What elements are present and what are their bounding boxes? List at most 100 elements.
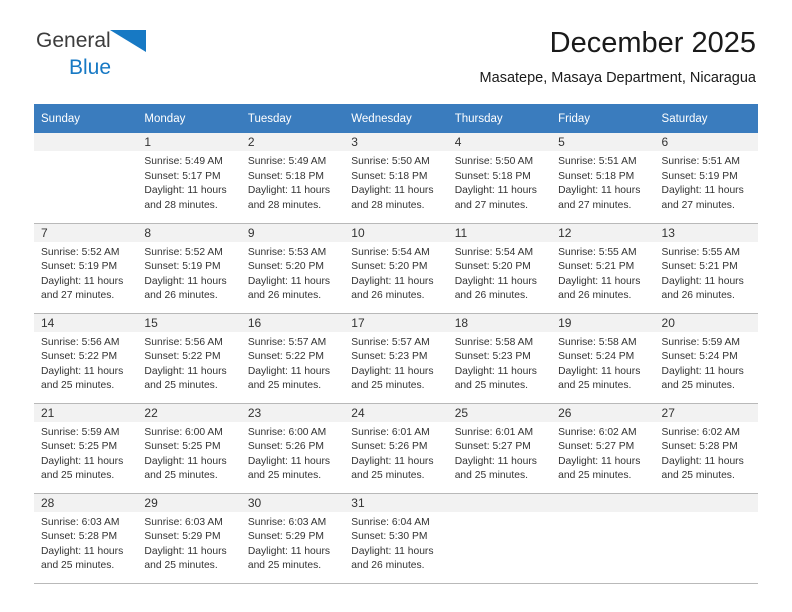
calendar-cell-day[interactable]: 25 Sunrise: 6:01 AM Sunset: 5:27 PM Dayligh…: [447, 403, 552, 494]
day-details: Sunrise: 5:54 AM Sunset: 5:20 PM Daylight:…: [344, 242, 447, 304]
calendar-cell-day[interactable]: 6 Sunrise: 5:51 AM Sunset: 5:19 PM Daylight…: [654, 133, 758, 224]
day-number: 18: [447, 313, 552, 332]
day-number: [654, 493, 758, 512]
calendar-cell-day[interactable]: 9 Sunrise: 5:53 AM Sunset: 5:20 PM Daylight…: [240, 223, 345, 314]
day-number: 30: [240, 493, 345, 512]
day-number: 11: [447, 223, 552, 242]
sunset-text: Sunset: 5:29 PM: [144, 531, 221, 543]
sunset-text: Sunset: 5:17 PM: [144, 170, 221, 182]
calendar-cell-day[interactable]: 24 Sunrise: 6:01 AM Sunset: 5:26 PM Dayligh…: [344, 403, 448, 494]
sunrise-text: Sunrise: 6:01 AM: [351, 426, 430, 438]
calendar-cell-day[interactable]: 11 Sunrise: 5:54 AM Sunset: 5:20 PM Dayligh…: [447, 223, 552, 314]
day-details: Sunrise: 5:49 AM Sunset: 5:18 PM Daylight:…: [241, 151, 344, 213]
calendar-head: Sunday Monday Tuesday Wednesday Thursday…: [34, 104, 758, 133]
sunset-text: Sunset: 5:30 PM: [351, 531, 428, 543]
calendar-cell-day[interactable]: 14 Sunrise: 5:56 AM Sunset: 5:22 PM Dayligh…: [34, 313, 138, 404]
day-number: [551, 493, 655, 512]
day-number: [447, 493, 552, 512]
sunrise-text: Sunrise: 5:55 AM: [661, 246, 740, 258]
calendar-cell-empty: [654, 493, 758, 584]
day-details: Sunrise: 6:03 AM Sunset: 5:29 PM Daylight:…: [241, 512, 344, 574]
sunset-text: Sunset: 5:20 PM: [454, 261, 531, 273]
calendar-cell-day[interactable]: 20 Sunrise: 5:59 AM Sunset: 5:24 PM Dayligh…: [654, 313, 758, 404]
day-number: 8: [137, 223, 241, 242]
sunrise-text: Sunrise: 5:56 AM: [144, 336, 223, 348]
generalblue-logo[interactable]: General Blue: [36, 30, 166, 78]
calendar-cell-day[interactable]: 15 Sunrise: 5:56 AM Sunset: 5:22 PM Dayligh…: [137, 313, 241, 404]
daylight-text: Daylight: 11 hours and 25 minutes.: [247, 455, 331, 482]
sunrise-text: Sunrise: 6:04 AM: [351, 516, 430, 528]
calendar-cell-day[interactable]: 1 Sunrise: 5:49 AM Sunset: 5:17 PM Daylight…: [137, 133, 241, 224]
calendar-cell-day[interactable]: 29 Sunrise: 6:03 AM Sunset: 5:29 PM Dayligh…: [137, 493, 241, 584]
day-number: [34, 133, 138, 151]
sunrise-text: Sunrise: 5:50 AM: [454, 156, 534, 167]
daylight-text: Daylight: 11 hours and 26 minutes.: [351, 275, 434, 302]
sunrise-text: Sunrise: 5:58 AM: [558, 336, 637, 348]
sunrise-text: Sunrise: 5:57 AM: [247, 336, 327, 348]
day-details: Sunrise: 5:55 AM Sunset: 5:21 PM Daylight:…: [551, 242, 654, 304]
day-details: Sunrise: 5:57 AM Sunset: 5:23 PM Daylight:…: [344, 332, 447, 394]
calendar-cell-day[interactable]: 31 Sunrise: 6:04 AM Sunset: 5:30 PM Dayligh…: [344, 493, 448, 584]
calendar-cell-day[interactable]: 12 Sunrise: 5:55 AM Sunset: 5:21 PM Dayligh…: [551, 223, 655, 314]
day-details: Sunrise: 5:52 AM Sunset: 5:19 PM Daylight:…: [34, 242, 137, 304]
sunrise-text: Sunrise: 6:03 AM: [41, 516, 120, 528]
sunset-text: Sunset: 5:23 PM: [454, 351, 531, 363]
sunrise-text: Sunrise: 6:02 AM: [661, 426, 740, 438]
day-details: Sunrise: 5:51 AM Sunset: 5:18 PM Daylight:…: [551, 151, 654, 213]
daylight-text: Daylight: 11 hours and 25 minutes.: [247, 365, 331, 392]
calendar-cell-day[interactable]: 3 Sunrise: 5:50 AM Sunset: 5:18 PM Daylight…: [344, 133, 448, 224]
calendar-cell-day[interactable]: 18 Sunrise: 5:58 AM Sunset: 5:23 PM Dayligh…: [447, 313, 552, 404]
calendar-cell-empty: [551, 493, 655, 584]
day-details: Sunrise: 5:53 AM Sunset: 5:20 PM Daylight:…: [241, 242, 344, 304]
calendar-cell-day[interactable]: 27 Sunrise: 6:02 AM Sunset: 5:28 PM Dayligh…: [654, 403, 758, 494]
calendar-cell-day[interactable]: 19 Sunrise: 5:58 AM Sunset: 5:24 PM Dayligh…: [551, 313, 655, 404]
sunrise-text: Sunrise: 6:00 AM: [247, 426, 327, 438]
day-details: Sunrise: 6:01 AM Sunset: 5:27 PM Daylight:…: [448, 422, 551, 484]
daylight-text: Daylight: 11 hours and 28 minutes.: [144, 185, 227, 211]
calendar-cell-day[interactable]: 22 Sunrise: 6:00 AM Sunset: 5:25 PM Dayligh…: [137, 403, 241, 494]
daylight-text: Daylight: 11 hours and 25 minutes.: [351, 365, 434, 392]
calendar-cell-day[interactable]: 21 Sunrise: 5:59 AM Sunset: 5:25 PM Dayligh…: [34, 403, 138, 494]
calendar-cell-day[interactable]: 23 Sunrise: 6:00 AM Sunset: 5:26 PM Dayligh…: [240, 403, 345, 494]
day-details: Sunrise: 6:02 AM Sunset: 5:28 PM Daylight:…: [655, 422, 758, 484]
calendar-week-row: 21 Sunrise: 5:59 AM Sunset: 5:25 PM Dayligh…: [34, 403, 758, 494]
calendar-cell-day[interactable]: 10 Sunrise: 5:54 AM Sunset: 5:20 PM Dayligh…: [344, 223, 448, 314]
day-number: 4: [447, 133, 552, 151]
calendar-cell-day[interactable]: 30 Sunrise: 6:03 AM Sunset: 5:29 PM Dayligh…: [240, 493, 345, 584]
day-details: Sunrise: 5:59 AM Sunset: 5:25 PM Daylight:…: [34, 422, 137, 484]
day-details: Sunrise: 6:00 AM Sunset: 5:26 PM Daylight:…: [241, 422, 344, 484]
sunset-text: Sunset: 5:22 PM: [41, 351, 118, 363]
calendar-container: Sunday Monday Tuesday Wednesday Thursday…: [34, 104, 758, 584]
calendar-cell-day[interactable]: 8 Sunrise: 5:52 AM Sunset: 5:19 PM Daylight…: [137, 223, 241, 314]
day-number: 3: [344, 133, 448, 151]
calendar-cell-empty: [34, 133, 138, 224]
calendar-cell-day[interactable]: 13 Sunrise: 5:55 AM Sunset: 5:21 PM Dayligh…: [654, 223, 758, 314]
calendar-cell-day[interactable]: 28 Sunrise: 6:03 AM Sunset: 5:28 PM Dayligh…: [34, 493, 138, 584]
daylight-text: Daylight: 11 hours and 25 minutes.: [558, 365, 641, 392]
calendar-cell-day[interactable]: 16 Sunrise: 5:57 AM Sunset: 5:22 PM Dayligh…: [240, 313, 345, 404]
calendar-cell-day[interactable]: 26 Sunrise: 6:02 AM Sunset: 5:27 PM Dayligh…: [551, 403, 655, 494]
day-number: 7: [34, 223, 138, 242]
logo-text-blue: Blue: [69, 56, 112, 79]
sunset-text: Sunset: 5:24 PM: [558, 351, 635, 363]
day-number: 22: [137, 403, 241, 422]
page-subtitle: Masatepe, Masaya Department, Nicaragua: [479, 70, 756, 86]
daylight-text: Daylight: 11 hours and 26 minutes.: [454, 275, 537, 302]
day-details: Sunrise: 5:56 AM Sunset: 5:22 PM Daylight:…: [34, 332, 137, 394]
calendar-cell-day[interactable]: 4 Sunrise: 5:50 AM Sunset: 5:18 PM Daylight…: [447, 133, 552, 224]
calendar-cell-day[interactable]: 17 Sunrise: 5:57 AM Sunset: 5:23 PM Dayligh…: [344, 313, 448, 404]
calendar-cell-day[interactable]: 5 Sunrise: 5:51 AM Sunset: 5:18 PM Daylight…: [551, 133, 655, 224]
daylight-text: Daylight: 11 hours and 26 minutes.: [558, 275, 641, 302]
day-number: 25: [447, 403, 552, 422]
sunset-text: Sunset: 5:26 PM: [247, 441, 324, 453]
daylight-text: Daylight: 11 hours and 25 minutes.: [41, 545, 124, 572]
calendar-cell-day[interactable]: 2 Sunrise: 5:49 AM Sunset: 5:18 PM Daylight…: [240, 133, 345, 224]
calendar-week-row: 28 Sunrise: 6:03 AM Sunset: 5:28 PM Dayligh…: [34, 493, 758, 584]
sunset-text: Sunset: 5:26 PM: [351, 441, 428, 453]
calendar-cell-day[interactable]: 7 Sunrise: 5:52 AM Sunset: 5:19 PM Daylight…: [34, 223, 138, 314]
daylight-text: Daylight: 11 hours and 25 minutes.: [661, 365, 744, 392]
calendar-week-row: 7 Sunrise: 5:52 AM Sunset: 5:19 PM Daylight…: [34, 223, 758, 314]
logo-text-general: General: [36, 29, 111, 52]
weekday-header-monday: Monday: [137, 104, 241, 133]
day-number: 24: [344, 403, 448, 422]
